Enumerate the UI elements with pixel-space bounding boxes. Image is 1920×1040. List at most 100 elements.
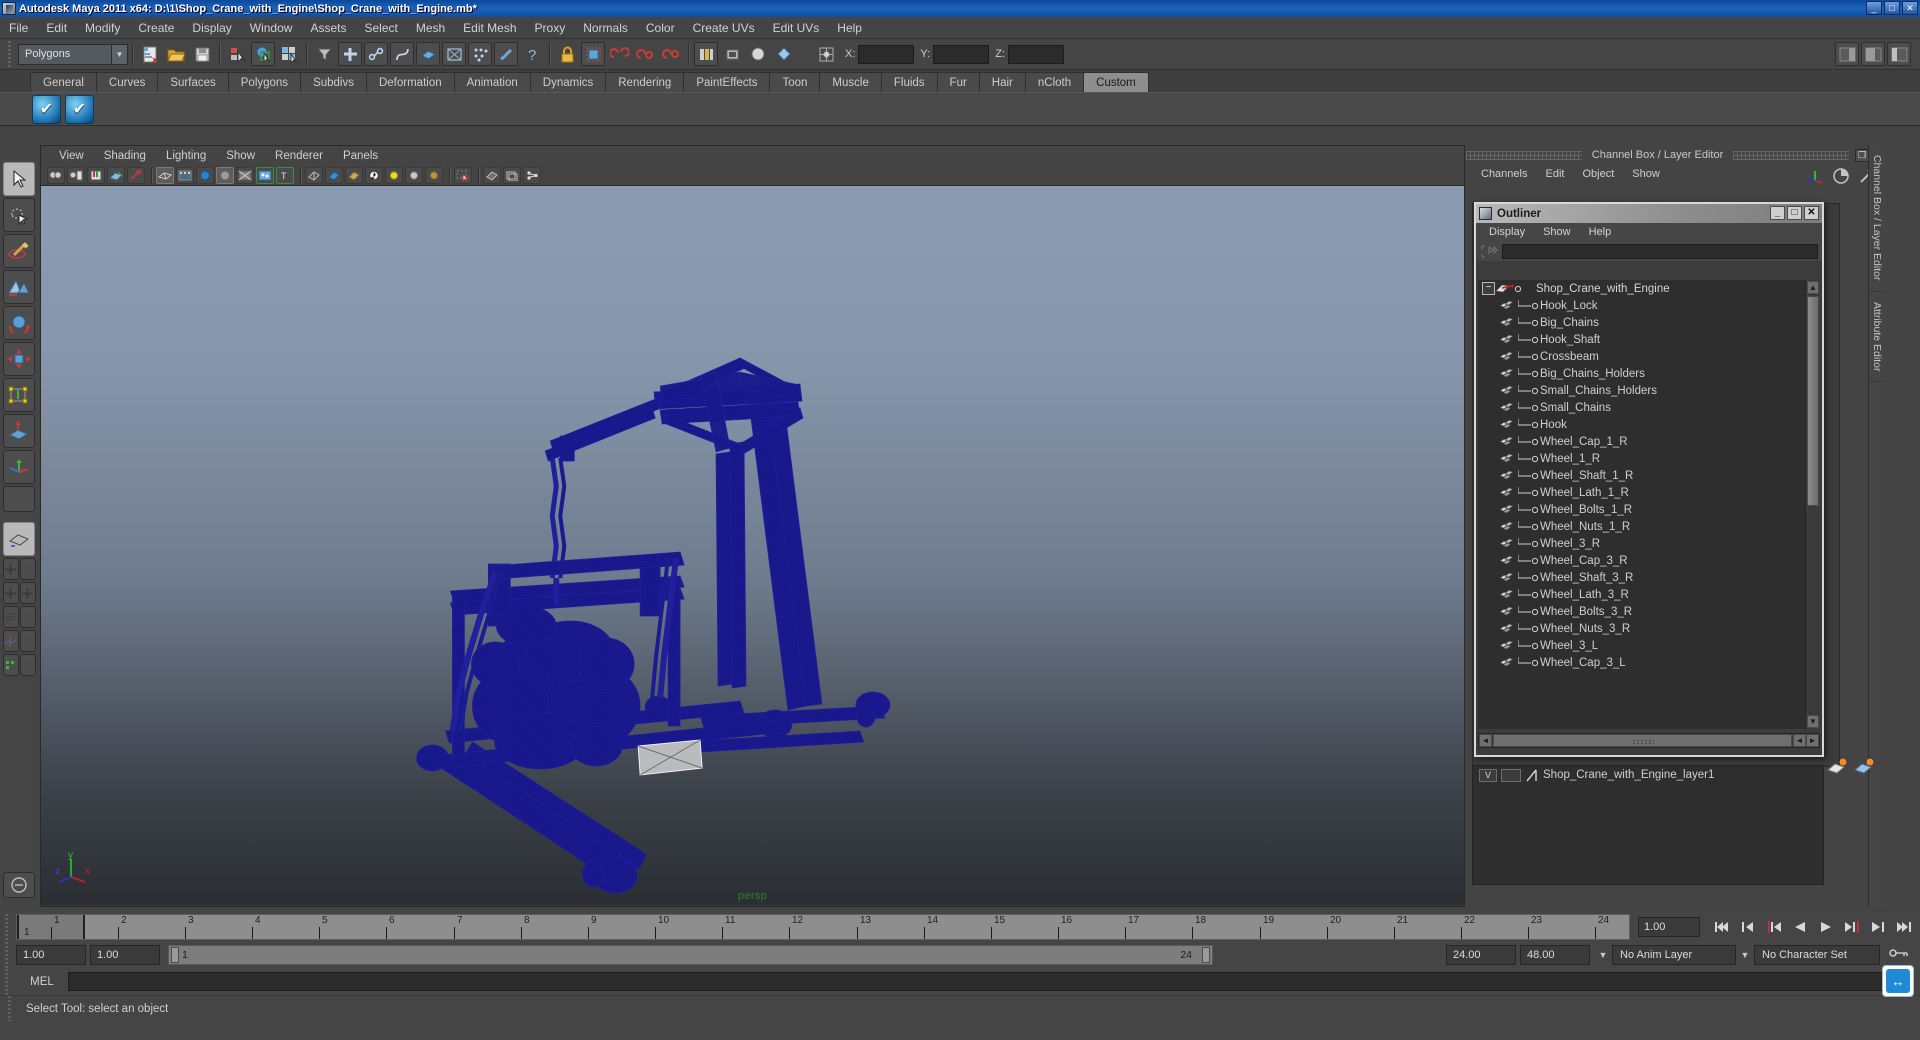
- snap-to-view-plane-icon[interactable]: [442, 42, 466, 66]
- persp-hypershade-layout-button[interactable]: [19, 654, 36, 676]
- viewport-menu-view[interactable]: View: [49, 150, 94, 162]
- move-tool[interactable]: [3, 342, 35, 376]
- marquee-select-icon[interactable]: [454, 167, 472, 184]
- outliner-minimize-button[interactable]: _: [1770, 206, 1785, 220]
- snap-to-point-icon[interactable]: [390, 42, 414, 66]
- show-hide-tool-settings-icon[interactable]: [1887, 42, 1911, 66]
- chevron-down-icon[interactable]: ▼: [111, 44, 127, 64]
- shelf-tab-fur[interactable]: Fur: [936, 72, 980, 92]
- playback-start-time-field[interactable]: 1.00: [90, 945, 160, 965]
- menu-item-assets[interactable]: Assets: [301, 18, 355, 38]
- two-pane-stacked-layout-button[interactable]: [19, 582, 36, 604]
- bookmarks-icon[interactable]: [87, 167, 105, 184]
- viewport-menu-panels[interactable]: Panels: [333, 150, 388, 162]
- outliner-row[interactable]: Wheel_Cap_3_L: [1478, 654, 1804, 671]
- maximize-button[interactable]: □: [1884, 1, 1900, 15]
- quick-layout-row-2[interactable]: [2, 582, 36, 606]
- xray-icon[interactable]: [256, 167, 274, 184]
- menu-item-create-uvs[interactable]: Create UVs: [684, 18, 764, 38]
- outliner-scroll-right-arrow-2[interactable]: ►: [1806, 734, 1819, 747]
- menu-item-edit[interactable]: Edit: [37, 18, 76, 38]
- outliner-item-label[interactable]: Hook: [1540, 419, 1567, 431]
- outliner-item-label[interactable]: Wheel_Lath_1_R: [1540, 487, 1629, 499]
- channel-box-menu-channels[interactable]: Channels: [1472, 168, 1536, 180]
- animation-preferences-icon[interactable]: [1888, 945, 1910, 966]
- outliner-item-label[interactable]: Wheel_Lath_3_R: [1540, 589, 1629, 601]
- save-scene-icon[interactable]: [190, 42, 214, 66]
- command-input-field[interactable]: [68, 972, 1914, 991]
- hypershade-layout-button[interactable]: [2, 654, 19, 676]
- outliner-tree[interactable]: − Shop_Crane_with_Engine Hook_Lock Big_Chai…: [1478, 280, 1820, 729]
- textured-shade-icon[interactable]: [196, 167, 214, 184]
- outliner-row[interactable]: Hook_Shaft: [1478, 331, 1804, 348]
- wireframe-shading-icon[interactable]: [156, 167, 174, 184]
- persp-outliner-layout-button[interactable]: [19, 558, 36, 580]
- select-by-component-tool[interactable]: [3, 270, 35, 304]
- playback-end-time-field[interactable]: 24.00: [1446, 945, 1516, 965]
- menu-set-selector[interactable]: Polygons ▼: [18, 43, 128, 65]
- coord-z-field[interactable]: [1007, 44, 1064, 64]
- layer-playback-toggle[interactable]: [1501, 768, 1521, 782]
- perspective-layout-button[interactable]: [3, 522, 35, 556]
- layer-row[interactable]: V Shop_Crane_with_Engine_layer1: [1473, 766, 1823, 784]
- time-slider-track[interactable]: 1 1 2 3 4 5 6 7 8 9 10 11 12 13 14 15 16 17 18 19 20 21 22 23 2…: [16, 914, 1630, 940]
- perspective-viewport[interactable]: y x z persp: [41, 186, 1464, 905]
- outliner-scroll-right-arrow-1[interactable]: ◄: [1793, 734, 1806, 747]
- command-line-grip[interactable]: [3, 968, 13, 995]
- right-vertical-tab-strip[interactable]: Channel Box / Layer Editor Attribute Edi…: [1868, 145, 1886, 907]
- outliner-horizontal-scrollbar[interactable]: ◄ ◄ ►: [1478, 733, 1820, 748]
- quick-layout-row-4[interactable]: [2, 630, 36, 654]
- scene-lights-icon[interactable]: [425, 167, 443, 184]
- go-to-start-button[interactable]: [1710, 917, 1733, 938]
- outliner-scroll-down-arrow[interactable]: ▼: [1807, 715, 1819, 728]
- default-light-icon[interactable]: [385, 167, 403, 184]
- snap-to-grid-icon[interactable]: [338, 42, 362, 66]
- create-layer-from-selected-icon[interactable]: [1853, 758, 1875, 776]
- toolbar-grip[interactable]: [7, 41, 15, 67]
- outliner-item-label[interactable]: Big_Chains: [1540, 317, 1599, 329]
- viewport-menu-renderer[interactable]: Renderer: [265, 150, 333, 162]
- lock-icon[interactable]: [555, 42, 579, 66]
- graph-editor-layout-button[interactable]: [2, 630, 19, 652]
- outliner-row[interactable]: Crossbeam: [1478, 348, 1804, 365]
- channel-box-menu-object[interactable]: Object: [1573, 168, 1623, 180]
- menu-item-edit-uvs[interactable]: Edit UVs: [764, 18, 829, 38]
- outliner-item-label[interactable]: Wheel_Shaft_1_R: [1540, 470, 1633, 482]
- shelf-tab-hair[interactable]: Hair: [978, 72, 1026, 92]
- render-current-frame-icon[interactable]: [581, 42, 605, 66]
- vtab-attribute-editor[interactable]: Attribute Editor: [1869, 292, 1885, 382]
- outliner-menu-display[interactable]: Display: [1480, 226, 1534, 238]
- show-hide-channel-box-icon[interactable]: [1835, 42, 1859, 66]
- viewport-menu-lighting[interactable]: Lighting: [156, 150, 216, 162]
- viewcube-icon[interactable]: [523, 167, 541, 184]
- select-by-object-type-icon[interactable]: [251, 42, 275, 66]
- outliner-item-label[interactable]: Wheel_Cap_1_R: [1540, 436, 1628, 448]
- play-backwards-button[interactable]: [1788, 917, 1811, 938]
- shadows-icon[interactable]: [236, 167, 254, 184]
- menu-item-help[interactable]: Help: [828, 18, 871, 38]
- menu-item-edit-mesh[interactable]: Edit Mesh: [454, 18, 525, 38]
- outliner-menu-show[interactable]: Show: [1534, 226, 1580, 238]
- menu-item-proxy[interactable]: Proxy: [526, 18, 575, 38]
- shelf-tab-surfaces[interactable]: Surfaces: [157, 72, 229, 92]
- remote-control-badge-icon[interactable]: ↔: [1882, 965, 1914, 997]
- menu-item-create[interactable]: Create: [129, 18, 183, 38]
- coord-x-field[interactable]: [858, 44, 915, 64]
- outliner-row[interactable]: Wheel_Shaft_3_R: [1478, 569, 1804, 586]
- time-slider-grip[interactable]: [3, 914, 13, 940]
- outliner-row[interactable]: Big_Chains: [1478, 314, 1804, 331]
- all-lights-icon[interactable]: [405, 167, 423, 184]
- construction-history-on-icon[interactable]: [746, 42, 770, 66]
- resolution-gate-icon[interactable]: [127, 167, 145, 184]
- menu-item-file[interactable]: File: [0, 18, 37, 38]
- layer-visibility-toggle[interactable]: V: [1479, 768, 1497, 782]
- outliner-item-label[interactable]: Wheel_Shaft_3_R: [1540, 572, 1633, 584]
- menu-item-select[interactable]: Select: [355, 18, 406, 38]
- outliner-row[interactable]: Hook_Lock: [1478, 297, 1804, 314]
- shelf-tab-general[interactable]: General: [30, 72, 97, 92]
- outliner-filter-icon[interactable]: [1480, 244, 1498, 259]
- shaded-cube-icon[interactable]: [325, 167, 343, 184]
- outliner-row[interactable]: Small_Chains_Holders: [1478, 382, 1804, 399]
- outliner-row[interactable]: Big_Chains_Holders: [1478, 365, 1804, 382]
- window-controls[interactable]: _ □ ✕: [1866, 1, 1918, 15]
